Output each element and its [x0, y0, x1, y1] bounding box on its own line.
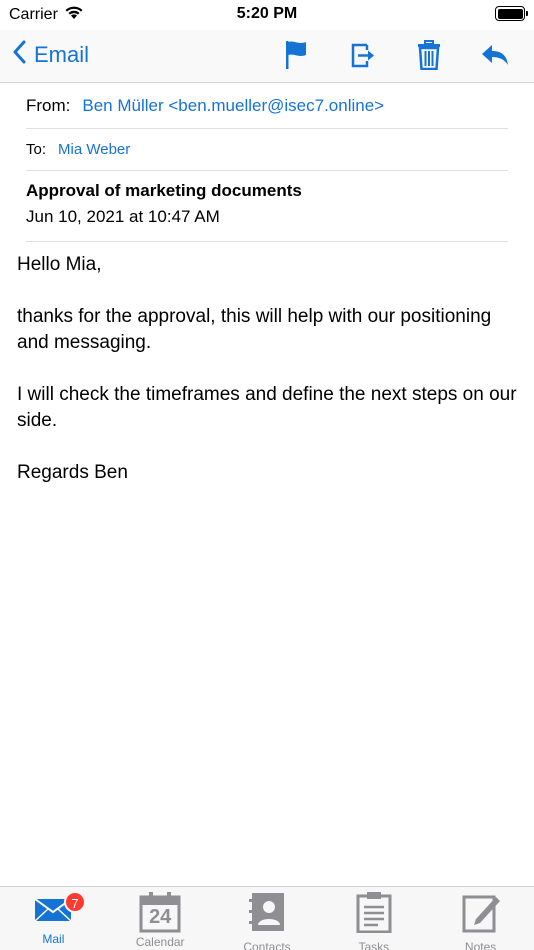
calendar-day: 24 [149, 906, 172, 928]
to-label: To: [26, 141, 47, 158]
tab-mail[interactable]: 7 Mail [0, 887, 107, 950]
from-row: From: Ben Müller <ben.mueller@isec7.onli… [26, 83, 508, 129]
tab-tasks[interactable]: Tasks [320, 887, 427, 950]
body-signoff: Regards Ben [17, 462, 128, 483]
back-button[interactable]: Email [12, 40, 89, 70]
tasks-icon [353, 891, 395, 938]
tab-label-calendar: Calendar [135, 935, 185, 949]
mail-body: Hello Mia, thanks for the approval, this… [17, 252, 517, 512]
nav-bar: Email [0, 30, 534, 83]
tab-label-contacts: Contacts [243, 940, 291, 950]
mail-subject: Approval of marketing documents [26, 181, 302, 200]
body-paragraph-2: I will check the timeframes and define t… [17, 384, 517, 431]
tab-bar: 7 Mail 24 Calendar Contacts Tasks Notes [0, 886, 534, 950]
mail-date: Jun 10, 2021 at 10:47 AM [26, 207, 220, 226]
recipient-link[interactable]: Mia Weber [58, 141, 130, 158]
sender-link[interactable]: Ben Müller <ben.mueller@isec7.online> [82, 96, 384, 116]
trash-icon[interactable] [414, 40, 444, 70]
subject-row: Approval of marketing documents Jun 10, … [26, 171, 508, 242]
nav-actions [282, 40, 510, 70]
tab-label-mail: Mail [42, 932, 65, 946]
status-bar: Carrier 5:20 PM [0, 0, 534, 30]
unread-badge: 7 [64, 891, 86, 913]
notes-icon [460, 891, 502, 938]
calendar-icon: 24 [139, 891, 181, 933]
clock: 5:20 PM [236, 5, 298, 22]
contacts-icon [246, 891, 288, 938]
tab-notes[interactable]: Notes [427, 887, 534, 950]
tab-label-tasks: Tasks [358, 940, 390, 950]
mail-header: From: Ben Müller <ben.mueller@isec7.onli… [26, 83, 508, 242]
from-label: From: [26, 95, 71, 115]
tab-label-notes: Notes [464, 940, 497, 950]
flag-icon[interactable] [282, 40, 312, 70]
body-greeting: Hello Mia, [17, 254, 102, 275]
reply-icon[interactable] [480, 40, 510, 70]
body-paragraph-1: thanks for the approval, this will help … [17, 306, 492, 353]
tab-contacts[interactable]: Contacts [214, 887, 321, 950]
battery-icon [495, 6, 528, 21]
to-row: To: Mia Weber [26, 129, 508, 171]
chevron-left-icon [12, 40, 26, 70]
back-label: Email [34, 42, 90, 67]
move-icon[interactable] [348, 40, 378, 70]
tab-calendar[interactable]: 24 Calendar [107, 887, 214, 950]
